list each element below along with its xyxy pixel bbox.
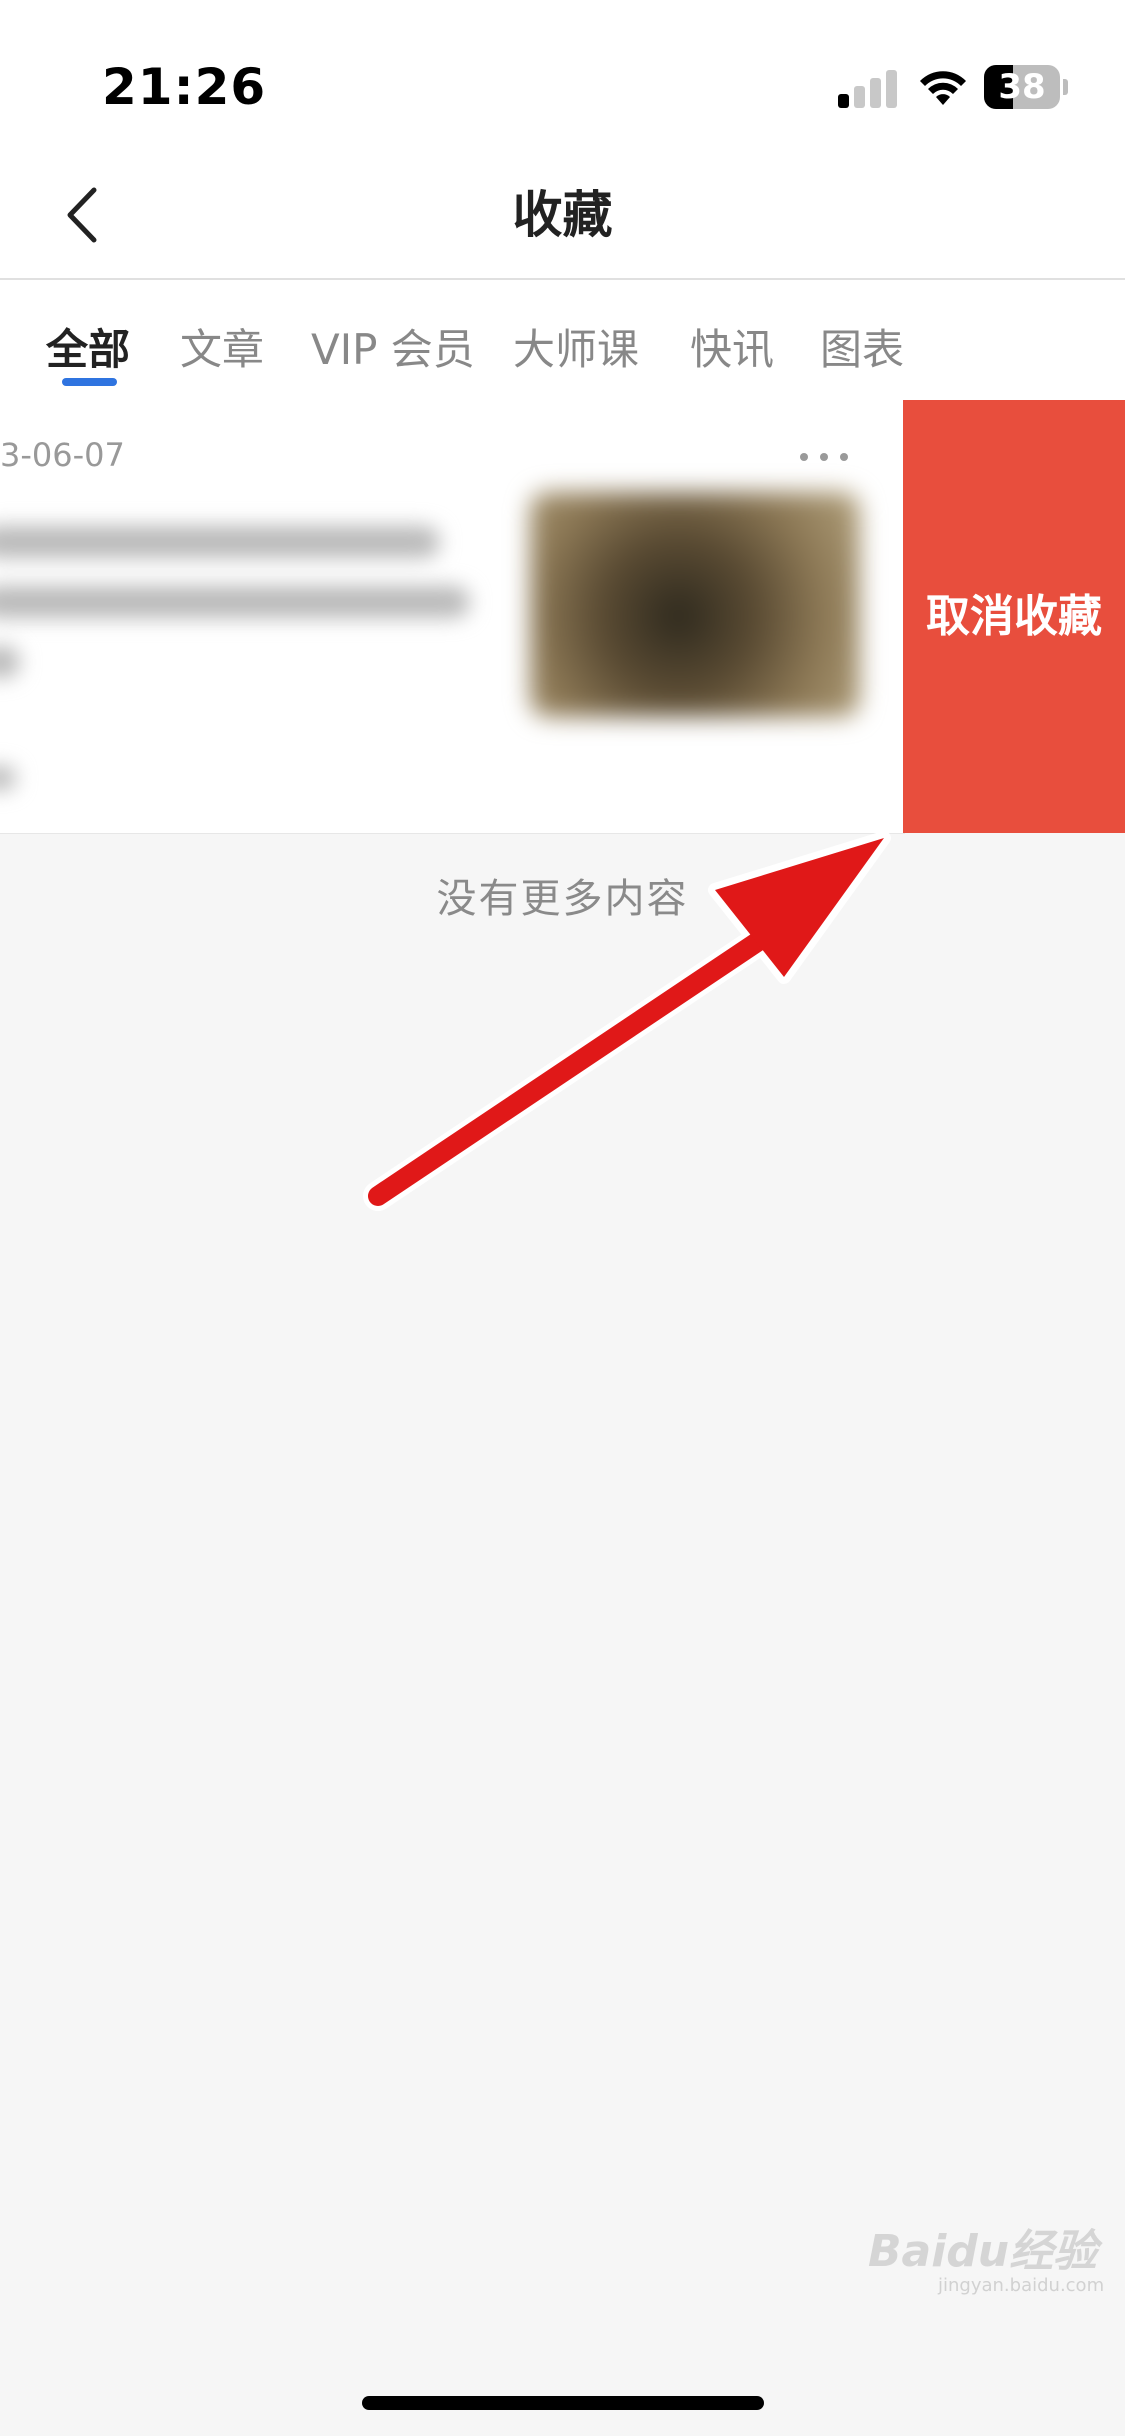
no-more-content-text: 没有更多内容 bbox=[436, 876, 689, 922]
signal-bar bbox=[838, 94, 849, 108]
divider bbox=[0, 833, 905, 834]
page-title: 收藏 bbox=[512, 186, 613, 244]
battery-cap bbox=[1063, 79, 1068, 95]
chevron-left-icon[interactable] bbox=[50, 180, 120, 250]
status-time: 21:26 bbox=[102, 58, 267, 116]
battery-level: 38 bbox=[998, 67, 1046, 107]
tab-all[interactable]: 全部 bbox=[46, 316, 130, 377]
tab-masterclass[interactable]: 大师课 bbox=[513, 316, 639, 377]
tab-charts[interactable]: 图表 bbox=[820, 316, 904, 377]
wifi-icon bbox=[920, 71, 966, 105]
nav-bar: 收藏 bbox=[0, 150, 1125, 280]
active-tab-indicator bbox=[62, 378, 117, 386]
watermark-logo: Baidu经验 bbox=[868, 2226, 1098, 2277]
battery-body: 38 bbox=[984, 65, 1060, 109]
more-horizontal-icon[interactable] bbox=[798, 450, 850, 464]
signal-bar bbox=[854, 86, 865, 108]
tab-bar: 全部 文章 VIP 会员 大师课 快讯 图表 bbox=[0, 282, 1125, 400]
signal-bar bbox=[886, 70, 897, 108]
blurred-title-line bbox=[0, 586, 470, 618]
blurred-title-line bbox=[0, 646, 20, 678]
tab-articles[interactable]: 文章 bbox=[180, 316, 264, 377]
article-thumbnail bbox=[530, 492, 860, 717]
status-bar: 21:26 38 bbox=[0, 0, 1125, 150]
blurred-title-line bbox=[0, 526, 440, 558]
unfavorite-button[interactable]: 取消收藏 bbox=[903, 400, 1125, 833]
tab-vip[interactable]: VIP 会员 bbox=[311, 316, 475, 377]
tab-flash-news[interactable]: 快讯 bbox=[690, 316, 774, 377]
screen: 21:26 38 收藏 全部 文章 VIP 会员 大师课 快讯 图表 3-06-… bbox=[0, 0, 1125, 2436]
home-indicator[interactable] bbox=[362, 2396, 764, 2410]
signal-icon bbox=[838, 68, 898, 108]
blurred-meta bbox=[0, 766, 16, 790]
item-date: 3-06-07 bbox=[0, 436, 125, 474]
watermark-url: jingyan.baidu.com bbox=[938, 2275, 1105, 2296]
signal-bar bbox=[870, 78, 881, 108]
list-item[interactable]: 3-06-07 bbox=[0, 400, 905, 833]
battery-icon: 38 bbox=[984, 65, 1068, 109]
